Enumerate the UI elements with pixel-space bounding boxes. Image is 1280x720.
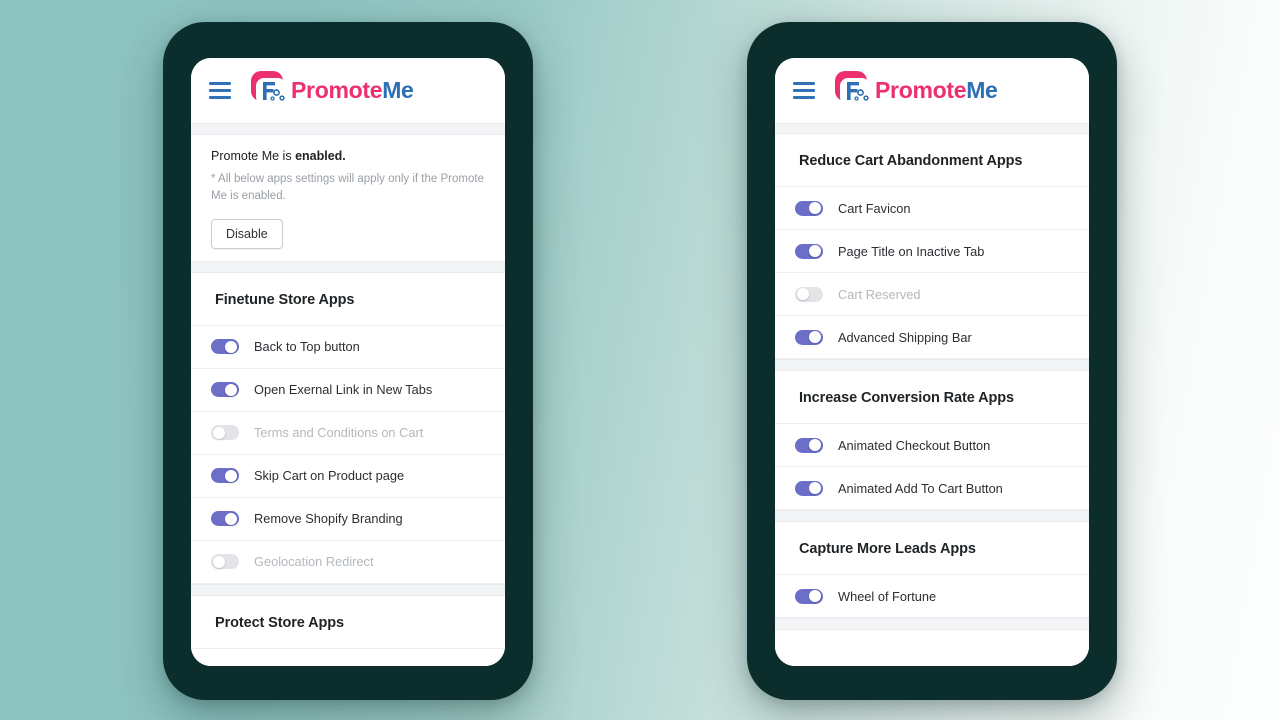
body-filler bbox=[191, 648, 505, 666]
app-label: Cart Favicon bbox=[838, 200, 911, 216]
toggle-skip-cart-on-product-page[interactable] bbox=[211, 468, 239, 483]
toggle-advanced-shipping-bar[interactable] bbox=[795, 329, 823, 345]
app-label: Open Exernal Link in New Tabs bbox=[254, 382, 433, 397]
section-title-increase-conversion-rate-apps: Increase Conversion Rate Apps bbox=[775, 371, 1089, 424]
app-header-left: PromoteMe bbox=[191, 58, 505, 123]
toggle-open-external-link-in-new-tabs[interactable] bbox=[211, 382, 239, 397]
toggle-wheel-of-fortune[interactable] bbox=[795, 588, 823, 604]
app-row[interactable]: Open Exernal Link in New Tabs bbox=[191, 369, 505, 412]
section-title-reduce-cart-abandonment-apps: Reduce Cart Abandonment Apps bbox=[775, 134, 1089, 187]
disable-button[interactable]: Disable bbox=[211, 218, 283, 249]
brand-word-me: Me bbox=[966, 77, 998, 103]
app-row[interactable]: Animated Checkout Button bbox=[775, 424, 1089, 467]
section-divider-band bbox=[191, 583, 505, 596]
app-label: Advanced Shipping Bar bbox=[838, 329, 972, 345]
app-label: Wheel of Fortune bbox=[838, 588, 937, 604]
brand-wordmark: PromoteMe bbox=[291, 79, 414, 102]
app-row[interactable]: Remove Shopify Branding bbox=[191, 498, 505, 541]
app-label: Back to Top button bbox=[254, 339, 360, 354]
section-title-capture-more-leads-apps: Capture More Leads Apps bbox=[775, 522, 1089, 575]
app-row[interactable]: Back to Top button bbox=[191, 326, 505, 369]
toggle-animated-add-to-cart-button[interactable] bbox=[795, 480, 823, 496]
app-label: Animated Checkout Button bbox=[838, 437, 991, 453]
app-row[interactable]: Terms and Conditions on Cart bbox=[191, 412, 505, 455]
app-label: Remove Shopify Branding bbox=[254, 511, 403, 526]
app-row[interactable]: Wheel of Fortune bbox=[775, 575, 1089, 618]
toggle-cart-reserved[interactable] bbox=[795, 286, 823, 302]
app-row[interactable]: Animated Add To Cart Button bbox=[775, 467, 1089, 510]
app-label: Animated Add To Cart Button bbox=[838, 480, 1003, 496]
scene: PromoteMe Promote Me is enabled. * All b… bbox=[0, 0, 1280, 720]
app-label: Page Title on Inactive Tab bbox=[838, 243, 985, 259]
hamburger-menu-icon[interactable] bbox=[793, 82, 815, 99]
app-row[interactable]: Skip Cart on Product page bbox=[191, 455, 505, 498]
status-text-prefix: Promote Me is bbox=[211, 149, 296, 163]
app-row[interactable]: Advanced Shipping Bar bbox=[775, 316, 1089, 359]
app-label: Terms and Conditions on Cart bbox=[254, 425, 424, 440]
brand-wordmark: PromoteMe bbox=[875, 79, 998, 102]
header-divider-band bbox=[191, 123, 505, 135]
brand-word-promote: Promote bbox=[291, 77, 383, 103]
phone-screen-left: PromoteMe Promote Me is enabled. * All b… bbox=[191, 58, 505, 666]
section-divider-band bbox=[191, 260, 505, 273]
brand-logo-right: PromoteMe bbox=[829, 69, 998, 113]
toggle-back-to-top-button[interactable] bbox=[211, 339, 239, 354]
app-row[interactable]: Cart Reserved bbox=[775, 273, 1089, 316]
toggle-remove-shopify-branding[interactable] bbox=[211, 511, 239, 526]
promote-me-status-block: Promote Me is enabled. * All below apps … bbox=[191, 135, 505, 261]
toggle-geolocation-redirect[interactable] bbox=[211, 554, 239, 569]
phone-mockup-right: PromoteMe Reduce Cart Abandonment Apps C… bbox=[747, 22, 1117, 700]
toggle-cart-favicon[interactable] bbox=[795, 200, 823, 216]
app-body-left: Promote Me is enabled. * All below apps … bbox=[191, 135, 505, 666]
brand-word-promote: Promote bbox=[875, 77, 967, 103]
status-state: enabled. bbox=[295, 149, 346, 163]
section-title-protect-store-apps: Protect Store Apps bbox=[191, 596, 505, 649]
promote-me-logo-icon bbox=[829, 69, 873, 113]
promote-me-logo-icon bbox=[245, 69, 289, 113]
app-label: Cart Reserved bbox=[838, 286, 921, 302]
app-row[interactable]: Geolocation Redirect bbox=[191, 541, 505, 584]
phone-screen-right: PromoteMe Reduce Cart Abandonment Apps C… bbox=[775, 58, 1089, 666]
app-label: Geolocation Redirect bbox=[254, 554, 374, 569]
app-body-right: Reduce Cart Abandonment Apps Cart Favico… bbox=[775, 134, 1089, 666]
app-row[interactable]: Page Title on Inactive Tab bbox=[775, 230, 1089, 273]
app-row[interactable]: Cart Favicon bbox=[775, 187, 1089, 230]
section-divider-band bbox=[775, 510, 1089, 522]
body-filler bbox=[775, 630, 1089, 666]
hamburger-menu-icon[interactable] bbox=[209, 82, 231, 99]
toggle-page-title-on-inactive-tab[interactable] bbox=[795, 243, 823, 259]
toggle-animated-checkout-button[interactable] bbox=[795, 437, 823, 453]
status-text: Promote Me is enabled. bbox=[211, 149, 485, 163]
section-divider-band bbox=[775, 618, 1089, 630]
section-title-finetune-store-apps: Finetune Store Apps bbox=[191, 273, 505, 326]
section-divider-band bbox=[775, 359, 1089, 371]
app-header-right: PromoteMe bbox=[775, 58, 1089, 123]
toggle-terms-and-conditions-on-cart[interactable] bbox=[211, 425, 239, 440]
app-label: Skip Cart on Product page bbox=[254, 468, 405, 483]
phone-mockup-left: PromoteMe Promote Me is enabled. * All b… bbox=[163, 22, 533, 700]
status-note: * All below apps settings will apply onl… bbox=[211, 173, 484, 203]
header-divider-band bbox=[775, 123, 1089, 134]
brand-logo-left: PromoteMe bbox=[245, 69, 414, 113]
brand-word-me: Me bbox=[382, 77, 414, 103]
